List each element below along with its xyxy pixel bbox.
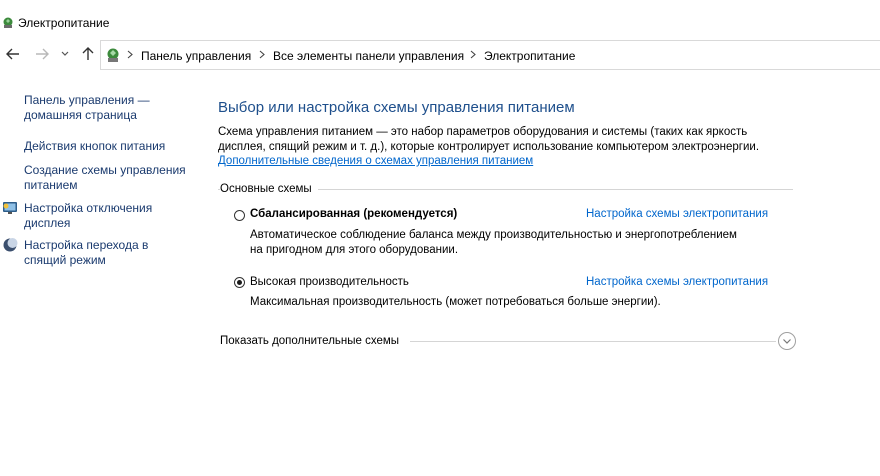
breadcrumb-control-panel[interactable]: Панель управления: [141, 49, 251, 63]
sidebar-item-power-buttons[interactable]: Действия кнопок питания: [24, 139, 165, 154]
sidebar-item-sleep[interactable]: Настройка перехода в спящий режим: [24, 238, 148, 268]
more-info-link[interactable]: Дополнительные сведения о схемах управле…: [218, 155, 533, 167]
navigation-bar: Панель управления Все элементы панели уп…: [0, 38, 880, 71]
up-button[interactable]: [80, 46, 96, 62]
breadcrumb-separator-icon: [127, 50, 133, 59]
plan-balanced-radio[interactable]: [234, 210, 245, 221]
sidebar-item-create-plan[interactable]: Создание схемы управления питанием: [24, 163, 186, 193]
arrow-right-icon: [36, 48, 49, 60]
chevron-down-icon: [783, 339, 791, 344]
recent-locations-button[interactable]: [59, 46, 71, 62]
plan-high-performance-radio[interactable]: [234, 277, 245, 288]
plan-high-performance-name[interactable]: Высокая производительность: [250, 276, 409, 288]
display-icon: [2, 200, 18, 216]
sidebar-item-label: Создание схемы управления: [24, 163, 186, 177]
radio-selected-dot: [237, 280, 242, 285]
plan-description-line: Автоматическое соблюдение баланса между …: [250, 229, 737, 241]
sidebar-item-control-panel-home[interactable]: Панель управления — домашняя страница: [24, 93, 150, 123]
sidebar-item-label: дисплея: [24, 216, 71, 230]
plan-description-line: Максимальная производительность (может п…: [250, 296, 661, 308]
sidebar-item-label: Действия кнопок питания: [24, 139, 166, 153]
plan-high-performance-description: Максимальная производительность (может п…: [250, 295, 661, 310]
plan-balanced-name[interactable]: Сбалансированная (рекомендуется): [250, 208, 457, 220]
sidebar-item-label: спящий режим: [24, 253, 106, 267]
breadcrumb-separator-icon: [259, 50, 265, 59]
plan-high-performance-settings-link[interactable]: Настройка схемы электропитания: [586, 276, 768, 288]
show-more-divider: [410, 341, 776, 342]
page-description: Схема управления питанием — это набор па…: [218, 125, 793, 155]
breadcrumb-separator-icon: [470, 50, 476, 59]
title-bar: Электропитание: [0, 0, 880, 38]
group-label: Основные схемы: [220, 183, 318, 195]
moon-icon: [2, 237, 18, 253]
sidebar-item-label: Настройка отключения: [24, 201, 153, 215]
sidebar-item-label: питанием: [24, 178, 78, 192]
sidebar-item-display-off[interactable]: Настройка отключения дисплея: [24, 201, 152, 231]
control-panel-icon: [105, 47, 121, 64]
sidebar-item-label: домашняя страница: [24, 108, 137, 122]
breadcrumb-power-options[interactable]: Электропитание: [484, 49, 575, 63]
description-line: дисплея, спящий режим и т. д.), которые …: [218, 141, 760, 153]
arrow-left-icon: [6, 48, 19, 60]
expand-plans-button[interactable]: [778, 332, 796, 350]
plan-balanced-settings-link[interactable]: Настройка схемы электропитания: [586, 208, 768, 220]
description-line: Схема управления питанием — это набор па…: [218, 126, 748, 138]
arrow-up-icon: [82, 47, 94, 60]
sidebar-item-label: Панель управления —: [24, 93, 150, 107]
plan-balanced-description: Автоматическое соблюдение баланса между …: [250, 228, 737, 258]
plan-description-line: на пригодном для этого оборудовании.: [250, 244, 459, 256]
sidebar-item-label: Настройка перехода в: [24, 238, 149, 252]
back-button[interactable]: [5, 46, 21, 62]
forward-button[interactable]: [34, 46, 50, 62]
chevron-down-icon: [61, 51, 69, 56]
show-more-label[interactable]: Показать дополнительные схемы: [220, 335, 406, 347]
page-title: Выбор или настройка схемы управления пит…: [218, 99, 575, 116]
breadcrumb-all-items[interactable]: Все элементы панели управления: [273, 49, 464, 63]
address-bar[interactable]: Панель управления Все элементы панели уп…: [100, 40, 880, 70]
power-options-icon: [2, 16, 14, 29]
window-title: Электропитание: [18, 16, 110, 30]
